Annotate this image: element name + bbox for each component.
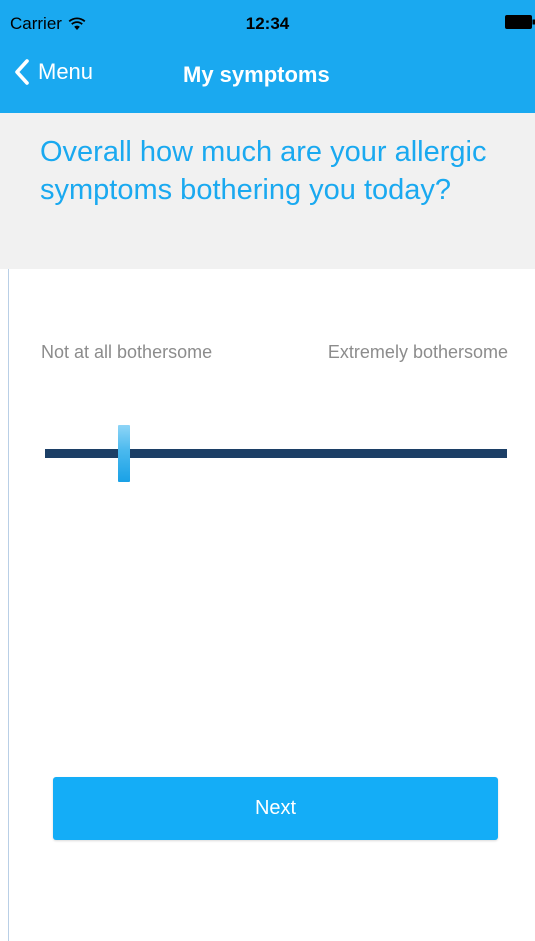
question-text: Overall how much are your allergic sympt…	[40, 136, 487, 206]
symptom-slider[interactable]	[45, 425, 507, 483]
back-button[interactable]: Menu	[14, 59, 93, 85]
battery-icon	[505, 15, 535, 29]
nav-bar: Menu My symptoms	[0, 40, 535, 113]
slider-max-label: Extremely bothersome	[327, 342, 508, 362]
slider-thumb[interactable]	[117, 425, 130, 482]
slider-track[interactable]	[45, 449, 507, 458]
back-button-label: Menu	[38, 59, 94, 84]
status-bar: Carrier 12:34	[0, 0, 535, 40]
next-button[interactable]: Next	[53, 777, 498, 840]
header: Carrier 12:34 Menu My symptoms	[0, 0, 535, 113]
page-title: My symptoms	[183, 62, 330, 87]
screen: Carrier 12:34 Menu My symptoms Overall h…	[0, 0, 535, 941]
status-time: 12:34	[245, 14, 290, 33]
slider-min-label: Not at all bothersome	[41, 342, 213, 362]
chevron-left-icon	[15, 59, 29, 85]
question-panel: Overall how much are your allergic sympt…	[0, 113, 535, 269]
